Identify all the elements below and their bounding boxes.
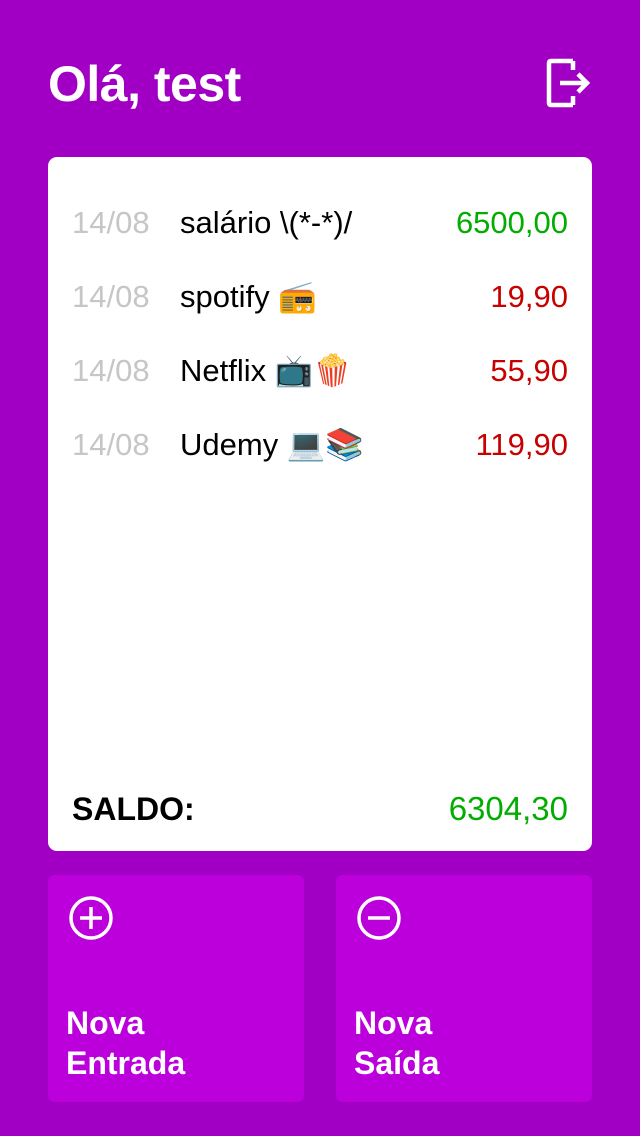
transaction-row: 14/08 Udemy 💻📚 119,90 (72, 419, 568, 493)
transaction-date: 14/08 (72, 427, 150, 462)
transaction-row: 14/08 spotify 📻 19,90 (72, 271, 568, 345)
logout-button[interactable] (546, 58, 592, 108)
app-screen: { "header": { "greeting": "Olá, test", "… (0, 0, 640, 1136)
nova-saida-label: Nova Saída (354, 1003, 439, 1083)
transaction-description: salário \(*-*)/ (180, 205, 353, 240)
header: Olá, test (48, 52, 592, 116)
transaction-value: 55,90 (490, 353, 568, 388)
transaction-value: 6500,00 (455, 205, 568, 240)
transaction-date: 14/08 (72, 353, 150, 388)
transactions-list: 14/08 salário \(*-*)/ 6500,00 14/08 spot… (72, 197, 568, 493)
transaction-value: 119,90 (475, 427, 568, 462)
nova-entrada-label-line2: Entrada (66, 1045, 186, 1081)
nova-entrada-label-line1: Nova (66, 1005, 145, 1041)
transaction-description: spotify 📻 (180, 279, 317, 314)
transaction-date: 14/08 (72, 279, 150, 314)
transaction-row: 14/08 Netflix 📺🍿 55,90 (72, 345, 568, 419)
nova-saida-label-line1: Nova (354, 1005, 433, 1041)
logout-icon (546, 58, 591, 108)
transaction-row: 14/08 salário \(*-*)/ 6500,00 (72, 197, 568, 271)
nova-saida-button[interactable]: Nova Saída (336, 875, 592, 1102)
greeting-title: Olá, test (48, 56, 241, 112)
balance-label: SALDO: (72, 791, 195, 827)
transaction-description: Udemy 💻📚 (180, 427, 365, 462)
plus-circle-icon (69, 896, 113, 940)
nova-entrada-button[interactable]: Nova Entrada (48, 875, 304, 1102)
balance-row: SALDO: 6304,30 (72, 783, 568, 835)
nova-entrada-label: Nova Entrada (66, 1003, 185, 1083)
transaction-value: 19,90 (490, 279, 568, 314)
transactions-card: 14/08 salário \(*-*)/ 6500,00 14/08 spot… (48, 157, 592, 851)
balance-value: 6304,30 (448, 790, 568, 827)
nova-saida-label-line2: Saída (354, 1045, 440, 1081)
transaction-description: Netflix 📺🍿 (180, 353, 352, 388)
minus-circle-icon (357, 896, 401, 940)
transaction-date: 14/08 (72, 205, 150, 240)
